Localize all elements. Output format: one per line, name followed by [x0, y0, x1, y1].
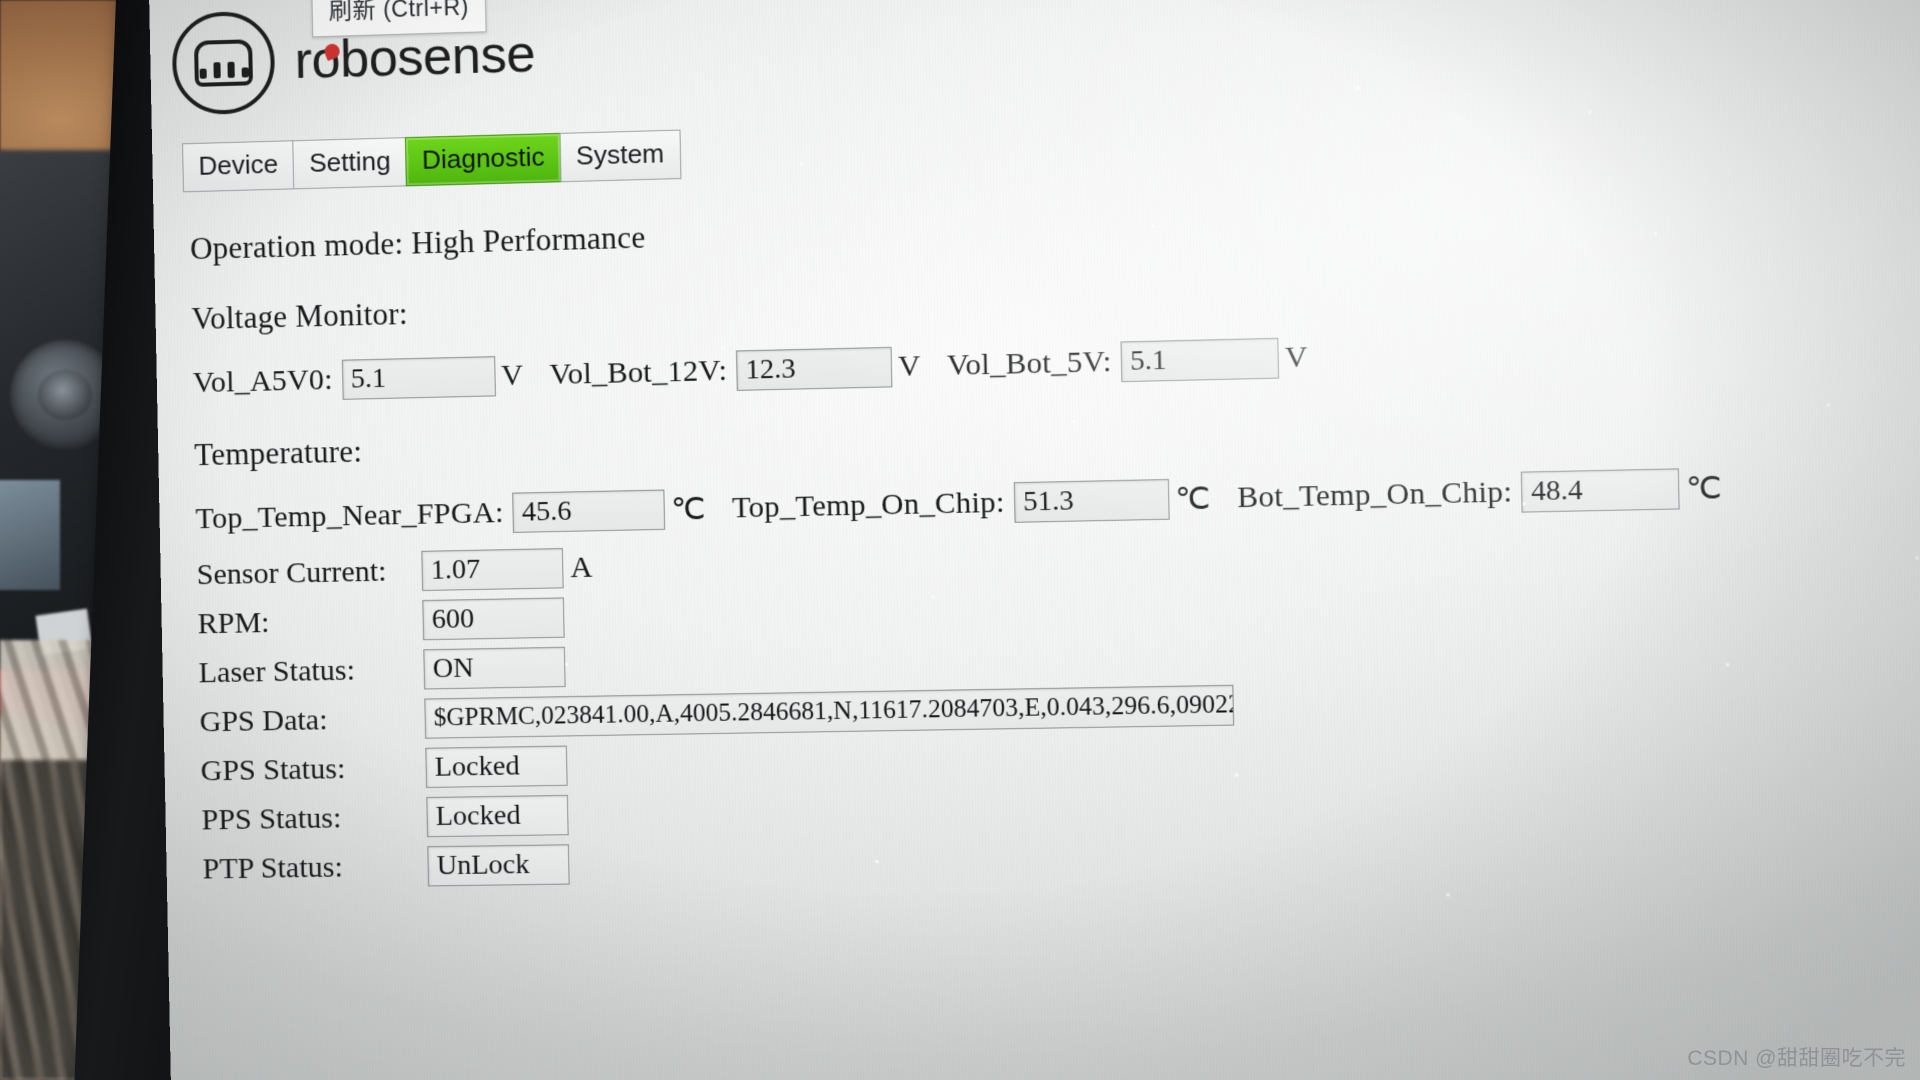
robot-face-icon — [194, 39, 253, 87]
vol-bot-5v-label: Vol_Bot_5V: — [947, 345, 1112, 383]
top-temp-on-chip-input[interactable]: 51.3 — [1014, 479, 1170, 523]
top-temp-on-chip-unit: ℃ — [1175, 481, 1211, 517]
vol-bot-12v-unit: V — [898, 349, 921, 384]
tab-diagnostic[interactable]: Diagnostic — [405, 133, 561, 186]
vol-bot-12v-label: Vol_Bot_12V: — [549, 354, 727, 392]
vol-a5v0-input[interactable]: 5.1 — [341, 356, 495, 400]
monitor-screen: 十文工 | 192.168.1.201/cgi-bin/diagnostic_i… — [149, 0, 1920, 1080]
vol-bot-5v-unit: V — [1285, 340, 1308, 375]
bot-temp-on-chip-label: Bot_Temp_On_Chip: — [1237, 475, 1513, 515]
bot-temp-on-chip-unit: ℃ — [1686, 470, 1722, 507]
ptp-status-label: PTP Status: — [202, 849, 419, 886]
brand-header: robosense — [171, 3, 536, 116]
tab-device[interactable]: Device — [182, 140, 295, 192]
gps-data-input[interactable]: $GPRMC,023841.00,A,4005.2846681,N,11617.… — [424, 685, 1234, 739]
tab-system[interactable]: System — [559, 130, 681, 183]
pps-status-label: PPS Status: — [201, 800, 418, 837]
sensor-current-input[interactable]: 1.07 — [421, 548, 563, 591]
voltage-row: Vol_A5V0: 5.1 V Vol_Bot_12V: 12.3 V Vol_… — [192, 321, 1920, 403]
laser-status-input[interactable]: ON — [423, 647, 565, 690]
temperature-title: Temperature: — [194, 398, 1920, 474]
screenshot-root: 十文工 | 192.168.1.201/cgi-bin/diagnostic_i… — [0, 0, 1920, 1080]
operation-mode-line: Operation mode: High Performance — [190, 185, 1920, 267]
laser-status-label: Laser Status: — [198, 652, 415, 690]
nav-tabs[interactable]: Device Setting Diagnostic System — [182, 130, 680, 193]
rpm-label: RPM: — [197, 603, 414, 641]
bot-temp-on-chip-input[interactable]: 48.4 — [1521, 468, 1680, 512]
rpm-input[interactable]: 600 — [422, 597, 564, 640]
vol-a5v0-unit: V — [501, 358, 524, 393]
gps-status-label: GPS Status: — [200, 751, 417, 788]
sensor-current-label: Sensor Current: — [196, 554, 413, 592]
top-temp-on-chip-label: Top_Temp_On_Chip: — [732, 485, 1005, 525]
status-list: Sensor Current: 1.07 A RPM: 600 Laser St… — [196, 520, 1920, 890]
vol-a5v0-label: Vol_A5V0: — [193, 363, 334, 400]
voltage-monitor-title: Voltage Monitor: — [191, 257, 1920, 337]
brand-name: robosense — [294, 24, 536, 91]
csdn-watermark: CSDN @甜甜圈吃不完 — [1687, 1042, 1906, 1072]
top-temp-near-fpga-unit: ℃ — [671, 491, 706, 527]
diagnostic-content: Operation mode: High Performance Voltage… — [190, 185, 1920, 899]
top-temp-near-fpga-input[interactable]: 45.6 — [512, 489, 665, 532]
ptp-status-input[interactable]: UnLock — [427, 844, 569, 886]
gps-status-input[interactable]: Locked — [425, 745, 567, 787]
vol-bot-5v-input[interactable]: 5.1 — [1121, 338, 1280, 382]
background-small-display — [0, 480, 60, 590]
vol-bot-12v-input[interactable]: 12.3 — [736, 347, 892, 391]
tab-setting[interactable]: Setting — [293, 137, 408, 189]
sensor-current-unit: A — [570, 550, 593, 585]
web-page: robosense Device Setting Diagnostic Syst… — [149, 0, 1920, 1080]
top-temp-near-fpga-label: Top_Temp_Near_FPGA: — [195, 496, 504, 536]
robosense-logo-icon — [171, 10, 275, 115]
pps-status-input[interactable]: Locked — [426, 795, 568, 837]
gps-data-label: GPS Data: — [199, 702, 416, 740]
